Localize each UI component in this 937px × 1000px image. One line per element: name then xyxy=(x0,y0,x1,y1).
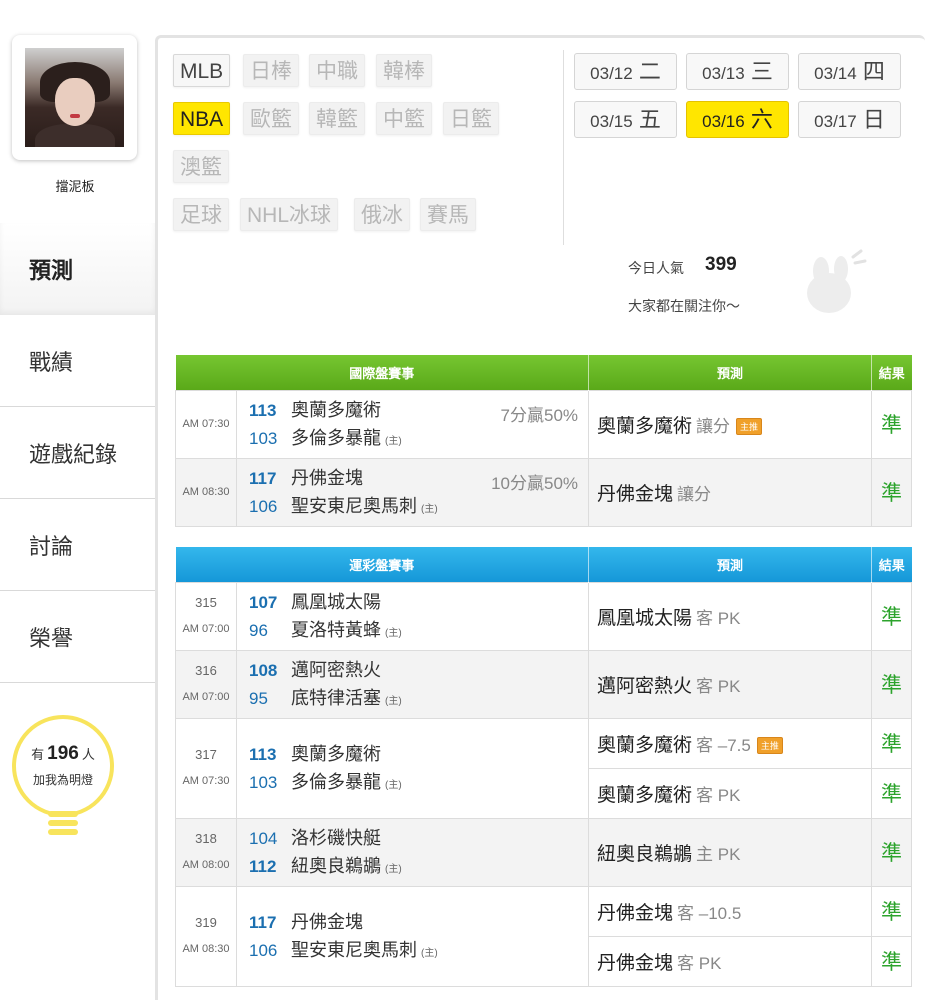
lottery-table: 運彩盤賽事 預測 結果 315 AM 07:00 107 鳳凰城太陽 96 夏洛特黃蜂… xyxy=(175,547,913,987)
main-panel: MLB 日棒 中職 韓棒 NBA 歐籃 韓籃 中籃 日籃 澳籃 足球 NHL冰球… xyxy=(155,35,925,1000)
featured-badge: 主推 xyxy=(736,417,763,435)
league-soccer: 足球 xyxy=(173,198,229,231)
matchup: 117 丹佛金塊 106 聖安東尼奧馬刺 (主) xyxy=(235,885,590,987)
popularity-label: 今日人氣 xyxy=(628,260,684,276)
prediction: 奧蘭多魔術 讓分 主推 xyxy=(588,389,873,459)
result: 準 xyxy=(871,581,913,651)
league-kbo: 韓棒 xyxy=(376,54,432,87)
table-row: 317 AM 07:30 113 奧蘭多魔術 103 多倫多暴龍 (主) 奧蘭多魔術客 … xyxy=(175,717,913,819)
table-row: 318 AM 08:00 104 洛杉磯快艇 112 紐奧良鵜鶘 (主) 紐奧良鵜鶘主 … xyxy=(175,817,913,887)
col-header-result: 結果 xyxy=(871,355,912,390)
prediction: 鳳凰城太陽客 PK xyxy=(588,581,873,651)
game-time: 317 AM 07:30 xyxy=(175,717,237,819)
table-row: AM 07:30 113 奧蘭多魔術 103 多倫多暴龍 (主) 7分贏50% 奧蘭多… xyxy=(175,389,913,459)
table-row: 319 AM 08:30 117 丹佛金塊 106 聖安東尼奧馬刺 (主) 丹佛金塊客 … xyxy=(175,885,913,987)
international-table: 國際盤賽事 預測 結果 AM 07:30 113 奧蘭多魔術 103 多倫多暴龍 (主… xyxy=(175,355,913,527)
league-nhl: NHL冰球 xyxy=(240,198,339,231)
game-time: 319 AM 08:30 xyxy=(175,885,237,987)
prediction: 丹佛金塊客 PK xyxy=(588,935,873,987)
mascot-icon xyxy=(807,249,867,313)
league-mlb[interactable]: MLB xyxy=(173,54,231,87)
matchup: 117 丹佛金塊 106 聖安東尼奧馬刺 (主) 10分贏50% xyxy=(235,457,590,527)
spread-text: 7分贏50% xyxy=(500,405,579,425)
matchup: 113 奧蘭多魔術 103 多倫多暴龍 (主) xyxy=(235,717,590,819)
game-time: 318 AM 08:00 xyxy=(175,817,237,887)
nav-item-predictions[interactable]: 預測 xyxy=(0,223,155,315)
date-0314[interactable]: 03/14 四 xyxy=(798,53,901,90)
result: 準 xyxy=(871,885,913,937)
league-horse-racing: 賽馬 xyxy=(420,198,476,231)
date-0313[interactable]: 03/13 三 xyxy=(686,53,789,90)
nickname: 擋泥板 xyxy=(55,179,95,194)
avatar[interactable] xyxy=(25,48,124,147)
prediction: 邁阿密熱火客 PK xyxy=(588,649,873,719)
game-time: AM 07:30 xyxy=(175,389,237,459)
league-kbl: 韓籃 xyxy=(309,102,365,135)
league-nbl: 澳籃 xyxy=(173,150,229,183)
col-header-intl-events: 國際盤賽事 xyxy=(175,355,590,390)
matchup: 113 奧蘭多魔術 103 多倫多暴龍 (主) 7分贏50% xyxy=(235,389,590,459)
league-nba[interactable]: NBA xyxy=(173,102,231,135)
col-header-result: 結果 xyxy=(871,547,912,582)
supporter-count: 有 196 人 xyxy=(31,743,95,764)
lightbulb-icon xyxy=(12,715,114,817)
result: 準 xyxy=(871,649,913,719)
result: 準 xyxy=(871,717,913,769)
col-header-prediction: 預測 xyxy=(588,355,873,390)
date-0312[interactable]: 03/12 二 xyxy=(574,53,677,90)
league-cba: 中籃 xyxy=(376,102,432,135)
prediction: 丹佛金塊客 –10.5 xyxy=(588,885,873,937)
league-cpbl: 中職 xyxy=(309,54,365,87)
result: 準 xyxy=(871,457,913,527)
divider xyxy=(563,50,564,245)
matchup: 104 洛杉磯快艇 112 紐奧良鵜鶘 (主) xyxy=(235,817,590,887)
popularity-subtitle: 大家都在關注你～ xyxy=(628,298,740,314)
featured-badge: 主推 xyxy=(756,736,783,754)
result: 準 xyxy=(871,389,913,459)
sidebar: 擋泥板 預測 戰績 遊戲紀錄 討論 榮譽 有 196 人 加我為明燈 xyxy=(0,0,155,1000)
spread-text: 10分贏50% xyxy=(491,473,579,493)
date-0317[interactable]: 03/17 日 xyxy=(798,101,901,138)
result: 準 xyxy=(871,817,913,887)
popularity-count: 399 xyxy=(705,254,737,275)
nav-item-game-history[interactable]: 遊戲紀錄 xyxy=(0,407,155,499)
lightbulb-widget[interactable]: 有 196 人 加我為明燈 xyxy=(12,715,114,845)
prediction: 奧蘭多魔術客 –7.5 主推 xyxy=(588,717,873,769)
game-time: 315 AM 07:00 xyxy=(175,581,237,651)
nav-item-record[interactable]: 戰績 xyxy=(0,315,155,407)
lightbulb-base-icon xyxy=(48,811,78,841)
prediction: 紐奧良鵜鶘主 PK xyxy=(588,817,873,887)
matchup: 107 鳳凰城太陽 96 夏洛特黃蜂 (主) xyxy=(235,581,590,651)
avatar-card[interactable] xyxy=(12,35,137,160)
col-header-prediction: 預測 xyxy=(588,547,873,582)
matchup: 108 邁阿密熱火 95 底特律活塞 (主) xyxy=(235,649,590,719)
col-header-lottery-events: 運彩盤賽事 xyxy=(175,547,590,582)
prediction: 奧蘭多魔術客 PK xyxy=(588,767,873,819)
prediction: 丹佛金塊 讓分 xyxy=(588,457,873,527)
league-euro-basketball: 歐籃 xyxy=(243,102,299,135)
game-time: AM 08:30 xyxy=(175,457,237,527)
table-row: AM 08:30 117 丹佛金塊 106 聖安東尼奧馬刺 (主) 10分贏50% 丹… xyxy=(175,457,913,527)
table-row: 316 AM 07:00 108 邁阿密熱火 95 底特律活塞 (主) 邁阿密熱火客 P… xyxy=(175,649,913,719)
league-khl: 俄冰 xyxy=(354,198,410,231)
league-bj: 日籃 xyxy=(443,102,499,135)
game-time: 316 AM 07:00 xyxy=(175,649,237,719)
add-lightbulb-label: 加我為明燈 xyxy=(32,773,93,787)
date-0315[interactable]: 03/15 五 xyxy=(574,101,677,138)
result: 準 xyxy=(871,935,913,987)
result: 準 xyxy=(871,767,913,819)
nav-item-honors[interactable]: 榮譽 xyxy=(0,591,155,683)
table-row: 315 AM 07:00 107 鳳凰城太陽 96 夏洛特黃蜂 (主) 鳳凰城太陽客 P… xyxy=(175,581,913,651)
date-0316[interactable]: 03/16 六 xyxy=(686,101,789,138)
league-npb: 日棒 xyxy=(243,54,299,87)
nav-item-discussion[interactable]: 討論 xyxy=(0,499,155,591)
